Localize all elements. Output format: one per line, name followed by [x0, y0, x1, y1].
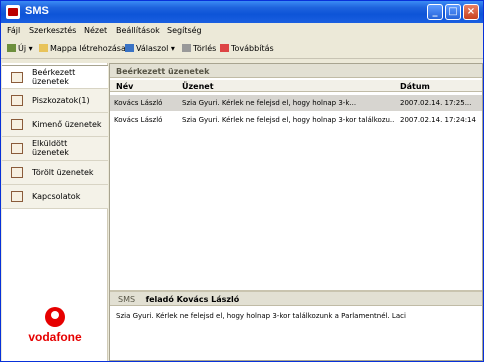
message-row-name: Kovács László [114, 99, 163, 107]
sidebar-item-label: Piszkozatok(1) [32, 96, 90, 105]
message-row-name: Kovács László [114, 116, 163, 124]
sidebar-item-deleted[interactable]: Törölt üzenetek [2, 161, 108, 185]
sidebar-item-label: Kimenő üzenetek [32, 120, 102, 129]
reply-button[interactable]: Válaszol ▾ [125, 44, 175, 53]
delete-label: Törlés [193, 44, 217, 53]
preview-header: SMS feladó Kovács László [110, 292, 482, 306]
message-panel: Beérkezett üzenetek Név Üzenet Dátum Kov… [109, 63, 483, 361]
new-button[interactable]: Új ▾ [7, 44, 33, 53]
sidebar-item-sent[interactable]: Elküldött üzenetek [2, 137, 108, 161]
forward-button[interactable]: Továbbítás [220, 44, 274, 53]
menu-file[interactable]: Fájl [7, 26, 20, 35]
outbox-envelope-icon [11, 119, 23, 130]
sms-window: SMS _ □ × Fájl Szerkesztés Nézet Beállít… [0, 0, 484, 362]
message-row[interactable]: Kovács László Szia Gyuri. Kérlek ne fele… [110, 112, 482, 128]
sidebar-item-contacts[interactable]: Kapcsolatok [2, 185, 108, 209]
sidebar-item-outbox[interactable]: Kimenő üzenetek [2, 113, 108, 137]
forward-arrow-icon [220, 44, 229, 52]
maximize-button[interactable]: □ [445, 4, 461, 20]
preview-prefix: SMS [118, 295, 136, 304]
message-row[interactable]: Kovács László Szia Gyuri. Kérlek ne fele… [110, 95, 482, 111]
message-row-text: Szia Gyuri. Kérlek ne felejsd el, hogy h… [182, 116, 394, 124]
message-table-header: Név Üzenet Dátum [110, 80, 482, 92]
message-row-date: 2007.02.14. 17:24:14 [400, 116, 476, 124]
preview-sender: feladó Kovács László [145, 295, 240, 304]
message-row-text: Szia Gyuri. Kérlek ne felejsd el, hogy h… [182, 99, 357, 107]
create-folder-label: Mappa létrehozása [50, 44, 126, 53]
inbox-envelope-icon [11, 72, 23, 83]
reply-arrow-icon [125, 44, 134, 52]
new-message-icon [7, 44, 16, 52]
menu-view[interactable]: Nézet [84, 26, 107, 35]
column-date[interactable]: Dátum [400, 82, 430, 91]
menu-help[interactable]: Segítség [167, 26, 202, 35]
vodafone-logo: vodafone [2, 307, 108, 344]
minimize-button[interactable]: _ [427, 4, 443, 20]
folder-title: Beérkezett üzenetek [110, 64, 482, 78]
toolbar: Új ▾ Mappa létrehozása Válaszol ▾ Törlés… [1, 39, 483, 59]
sms-app-icon [6, 5, 20, 19]
new-label: Új [18, 44, 27, 53]
contacts-book-icon [11, 191, 23, 202]
close-button[interactable]: × [463, 4, 479, 20]
sidebar: Beérkezett üzenetek Piszkozatok(1) Kimen… [2, 63, 108, 361]
menu-bar: Fájl Szerkesztés Nézet Beállítások Segít… [1, 23, 483, 39]
drafts-document-icon [11, 95, 23, 106]
sidebar-item-inbox[interactable]: Beérkezett üzenetek [2, 65, 108, 89]
column-name[interactable]: Név [116, 82, 133, 91]
preview-body: Szia Gyuri. Kérlek ne felejsd el, hogy h… [116, 312, 406, 320]
reply-label: Válaszol [136, 44, 169, 53]
sidebar-item-label: Kapcsolatok [32, 192, 81, 201]
vodafone-wordmark: vodafone [28, 330, 82, 344]
trash-icon [182, 44, 191, 52]
sidebar-item-label: Törölt üzenetek [32, 168, 94, 177]
sidebar-item-label: Beérkezett üzenetek [32, 68, 76, 86]
sent-envelope-icon [11, 143, 23, 154]
trash-icon [11, 167, 23, 178]
window-title: SMS [25, 5, 49, 17]
menu-edit[interactable]: Szerkesztés [29, 26, 76, 35]
forward-label: Továbbítás [231, 44, 274, 53]
message-preview: SMS feladó Kovács László Szia Gyuri. Kér… [110, 290, 482, 360]
sidebar-item-label: Elküldött üzenetek [32, 139, 69, 157]
sidebar-item-drafts[interactable]: Piszkozatok(1) [2, 89, 108, 113]
menu-settings[interactable]: Beállítások [116, 26, 160, 35]
folder-icon [39, 44, 48, 52]
title-bar[interactable]: SMS _ □ × [1, 1, 483, 23]
column-message[interactable]: Üzenet [182, 82, 214, 91]
message-row-date: 2007.02.14. 17:25... [400, 99, 472, 107]
vodafone-speechmark-icon [45, 307, 65, 327]
create-folder-button[interactable]: Mappa létrehozása [39, 44, 126, 53]
delete-button[interactable]: Törlés [182, 44, 216, 53]
